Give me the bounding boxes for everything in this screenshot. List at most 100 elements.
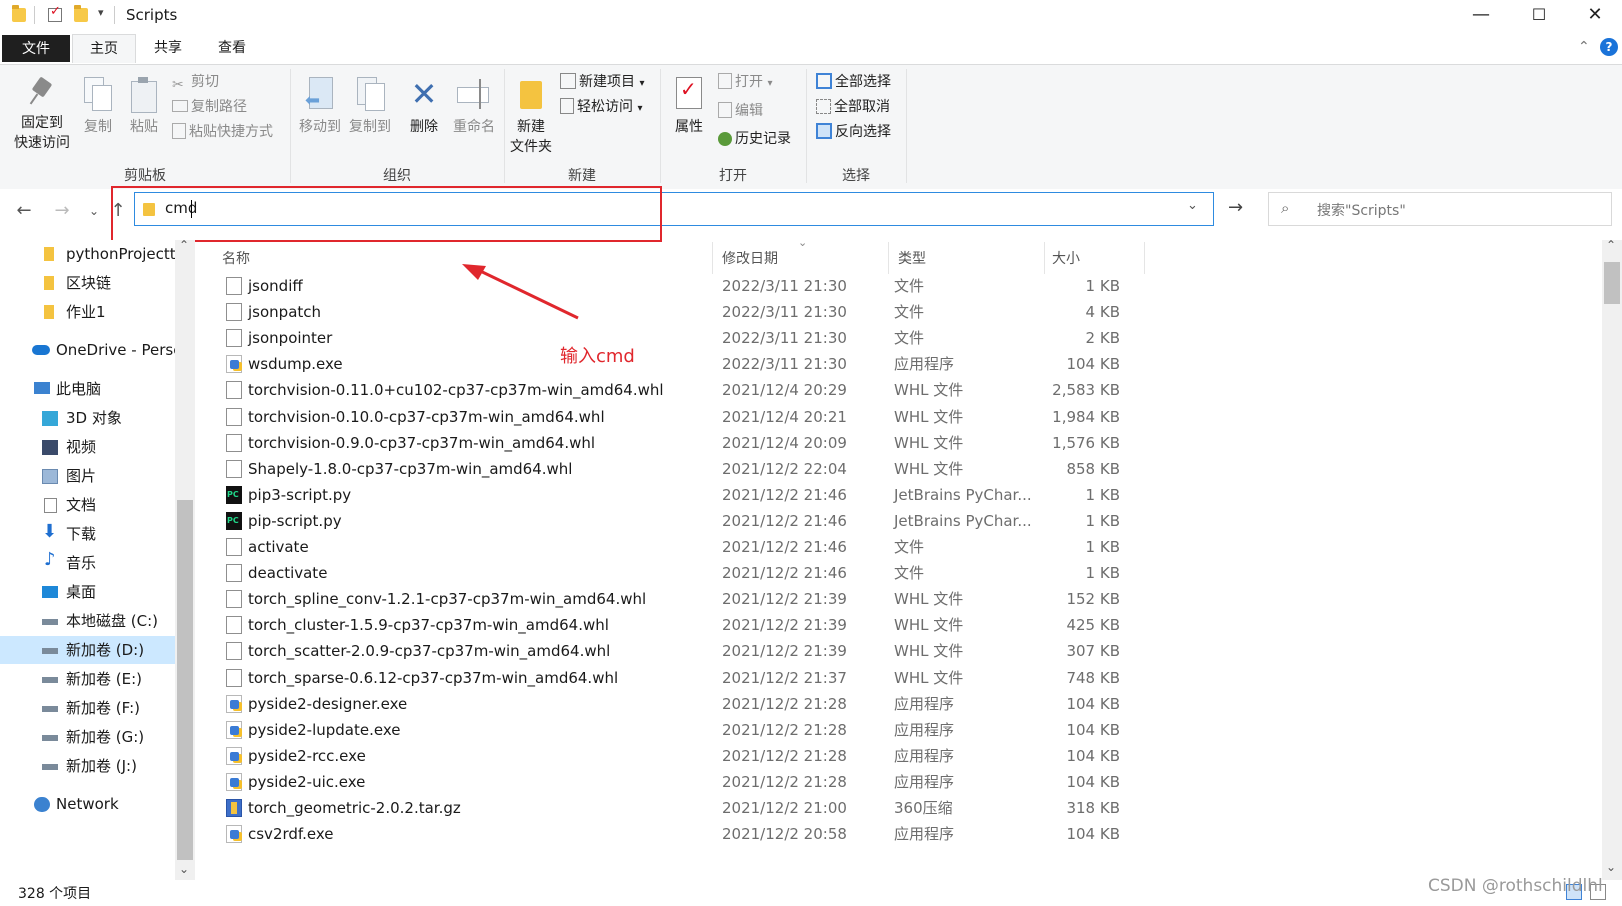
rename-button[interactable]: 重命名 (450, 77, 498, 137)
file-row[interactable]: pip3-script.py 2021/12/2 21:46 JetBrains P… (222, 482, 1142, 508)
nav-item[interactable]: 作业1 (0, 298, 175, 326)
close-button[interactable]: ✕ (1566, 0, 1622, 32)
scroll-down-icon[interactable]: ⌄ (179, 862, 189, 876)
edit-button[interactable]: 编辑 (718, 100, 763, 122)
file-row[interactable]: deactivate 2021/12/2 21:46 文件 1 KB (222, 560, 1142, 586)
file-row[interactable]: pip-script.py 2021/12/2 21:46 JetBrains Py… (222, 508, 1142, 534)
nav-item-onedrive[interactable]: OneDrive - Persc (0, 336, 175, 364)
column-header-name[interactable]: 名称 (222, 248, 250, 270)
properties-button[interactable]: ✓ 属性 (666, 77, 712, 137)
column-header-size[interactable]: 大小 (1052, 248, 1080, 270)
copy-path-button[interactable]: 复制路径 (172, 96, 247, 118)
download-icon: ⬇ (42, 521, 58, 542)
file-row[interactable]: pyside2-designer.exe 2021/12/2 21:28 应用程序 1… (222, 691, 1142, 717)
file-row[interactable]: torch_scatter-2.0.9-cp37-cp37m-win_amd64… (222, 638, 1142, 664)
file-size: 4 KB (1085, 303, 1120, 321)
cut-button[interactable]: ✂ 剪切 (172, 71, 219, 93)
file-date: 2022/3/11 21:30 (722, 303, 847, 321)
file-row[interactable]: torch_spline_conv-1.2.1-cp37-cp37m-win_a… (222, 586, 1142, 612)
file-row[interactable]: Shapely-1.8.0-cp37-cp37m-win_amd64.whl 20… (222, 456, 1142, 482)
file-row[interactable]: jsondiff 2022/3/11 21:30 文件 1 KB (222, 273, 1142, 299)
paste-shortcut-button[interactable]: 粘贴快捷方式 (172, 121, 273, 143)
file-row[interactable]: jsonpointer 2022/3/11 21:30 文件 2 KB (222, 325, 1142, 351)
drive-icon (42, 677, 58, 683)
nav-item-selected[interactable]: 新加卷 (D:) (0, 636, 175, 664)
copy-to-button[interactable]: 复制到 (346, 77, 394, 137)
nav-item[interactable]: 3D 对象 (0, 404, 175, 432)
file-row[interactable]: torchvision-0.11.0+cu102-cp37-cp37m-win_… (222, 377, 1142, 403)
file-date: 2021/12/2 21:28 (722, 721, 847, 739)
easy-access-button[interactable]: 轻松访问 ▾ (560, 96, 642, 118)
nav-item[interactable]: ♪ 音乐 (0, 549, 175, 577)
nav-item[interactable]: ⬇ 下载 (0, 520, 175, 548)
delete-button[interactable]: ✕ 删除 (404, 77, 444, 137)
file-row[interactable]: wsdump.exe 2022/3/11 21:30 应用程序 104 KB (222, 351, 1142, 377)
nav-item[interactable]: 视频 (0, 433, 175, 461)
file-row[interactable]: torchvision-0.10.0-cp37-cp37m-win_amd64.… (222, 404, 1142, 430)
maximize-button[interactable]: ☐ (1510, 0, 1568, 32)
file-row[interactable]: pyside2-lupdate.exe 2021/12/2 21:28 应用程序 10… (222, 717, 1142, 743)
nav-item[interactable]: 区块链 (0, 269, 175, 297)
copy-button[interactable]: 复制 (76, 77, 120, 137)
nav-item[interactable]: 桌面 (0, 578, 175, 606)
file-row[interactable]: torchvision-0.9.0-cp37-cp37m-win_amd64.w… (222, 430, 1142, 456)
new-item-button[interactable]: 新建项目 ▾ (560, 71, 644, 93)
collapse-ribbon-icon[interactable]: ⌃ (1578, 39, 1590, 55)
copy-path-label: 复制路径 (191, 99, 247, 115)
properties-check-icon[interactable] (48, 4, 62, 22)
file-row[interactable]: torch_sparse-0.6.12-cp37-cp37m-win_amd64… (222, 665, 1142, 691)
nav-item[interactable]: 新加卷 (G:) (0, 723, 175, 751)
scrollbar-thumb[interactable] (1604, 262, 1620, 304)
file-row[interactable]: csv2rdf.exe 2021/12/2 20:58 应用程序 104 KB (222, 821, 1142, 847)
nav-item-network[interactable]: Network (0, 790, 175, 818)
pin-quick-access-button[interactable]: 固定到 快速访问 (14, 76, 70, 153)
select-all-button[interactable]: 全部选择 (816, 71, 891, 93)
pc-file-icon (226, 482, 242, 508)
nav-item-this-pc[interactable]: 此电脑 (0, 375, 175, 403)
nav-item[interactable]: 文档 (0, 491, 175, 519)
file-row[interactable]: pyside2-rcc.exe 2021/12/2 21:28 应用程序 104 KB (222, 743, 1142, 769)
help-icon[interactable]: ? (1600, 38, 1618, 56)
scroll-up-icon[interactable]: ⌃ (1606, 238, 1616, 252)
back-arrow-icon[interactable]: ← (12, 199, 36, 223)
nav-item[interactable]: 新加卷 (F:) (0, 694, 175, 722)
scroll-up-icon[interactable]: ⌃ (179, 238, 189, 252)
scroll-down-icon[interactable]: ⌄ (1606, 860, 1616, 874)
new-folder-icon[interactable] (74, 5, 88, 22)
nav-item[interactable]: 本地磁盘 (C:) (0, 607, 175, 635)
tab-file[interactable]: 文件 (2, 35, 70, 62)
move-to-button[interactable]: ⬅ 移动到 (296, 77, 344, 137)
scrollbar-thumb[interactable] (177, 500, 193, 860)
address-dropdown-chevron-icon[interactable]: ⌄ (1187, 198, 1198, 213)
tab-share[interactable]: 共享 (142, 34, 194, 62)
paste-button[interactable]: 粘贴 (124, 77, 164, 137)
nav-item[interactable]: 图片 (0, 462, 175, 490)
file-row[interactable]: torch_cluster-1.5.9-cp37-cp37m-win_amd64… (222, 612, 1142, 638)
file-row[interactable]: jsonpatch 2022/3/11 21:30 文件 4 KB (222, 299, 1142, 325)
forward-arrow-icon[interactable]: → (50, 199, 74, 223)
search-box[interactable]: ⌕ 搜索"Scripts" (1268, 192, 1612, 226)
delete-label: 删除 (410, 119, 438, 135)
column-header-type[interactable]: 类型 (898, 248, 926, 270)
go-arrow-icon[interactable]: → (1228, 197, 1243, 218)
recent-locations-chevron-icon[interactable]: ⌄ (82, 199, 106, 223)
file-row[interactable]: pyside2-uic.exe 2021/12/2 21:28 应用程序 104 KB (222, 769, 1142, 795)
divider (34, 6, 35, 24)
history-button[interactable]: 历史记录 (718, 128, 791, 150)
tab-home[interactable]: 主页 (72, 34, 136, 63)
navigation-scrollbar[interactable]: ⌃ ⌄ (175, 238, 195, 880)
minimize-button[interactable]: — (1452, 0, 1510, 32)
tab-view[interactable]: 查看 (206, 34, 258, 62)
new-folder-button[interactable]: 新建 文件夹 (508, 77, 554, 157)
column-header-date[interactable]: 修改日期 (722, 248, 778, 270)
open-button[interactable]: 打开 ▾ (718, 71, 772, 93)
invert-selection-button[interactable]: 反向选择 (816, 121, 891, 143)
chevron-down-icon[interactable]: ▾ (98, 6, 104, 19)
file-row[interactable]: activate 2021/12/2 21:46 文件 1 KB (222, 534, 1142, 560)
nav-item[interactable]: 新加卷 (J:) (0, 752, 175, 780)
file-list-scrollbar[interactable]: ⌃ ⌄ (1602, 238, 1622, 880)
nav-item[interactable]: pythonProjectt (0, 240, 175, 268)
nav-item[interactable]: 新加卷 (E:) (0, 665, 175, 693)
file-row[interactable]: torch_geometric-2.0.2.tar.gz 2021/12/2 21… (222, 795, 1142, 821)
select-none-button[interactable]: 全部取消 (816, 96, 890, 118)
